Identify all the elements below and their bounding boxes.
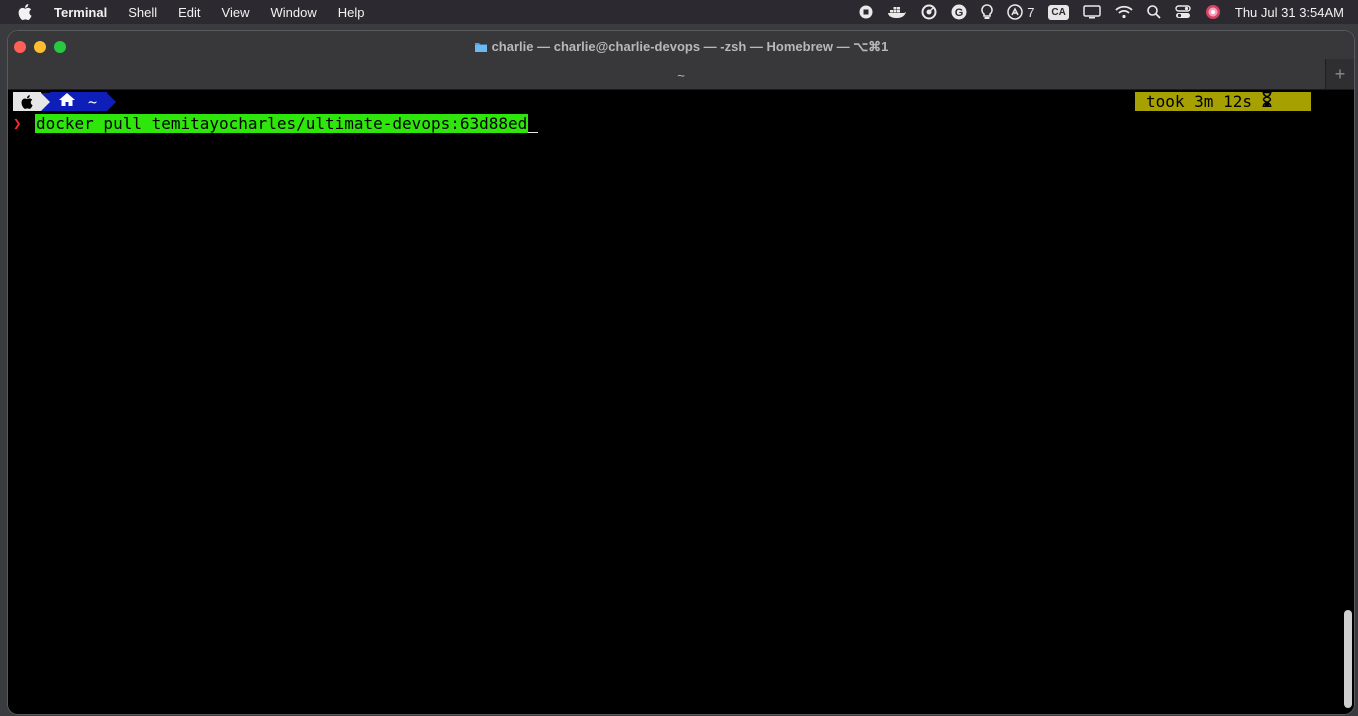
scrollbar-thumb[interactable]	[1344, 610, 1352, 708]
new-tab-button[interactable]: +	[1325, 59, 1354, 89]
window-title: charlie — charlie@charlie-devops — -zsh …	[8, 39, 1354, 56]
hourglass-icon	[1262, 91, 1272, 112]
prompt-directory: ~	[88, 92, 98, 111]
apple-menu-icon[interactable]	[18, 4, 36, 20]
home-icon	[58, 92, 76, 111]
menu-edit[interactable]: Edit	[178, 5, 200, 20]
siri-icon[interactable]	[1205, 0, 1221, 24]
lightbulb-icon[interactable]	[981, 0, 993, 24]
command-line[interactable]: ❯ docker pull temitayocharles/ultimate-d…	[13, 114, 539, 133]
title-bar[interactable]: charlie — charlie@charlie-devops — -zsh …	[8, 31, 1354, 90]
status-area: G 7 CA Thu Jul 31 3:54AM	[859, 0, 1358, 24]
command-text[interactable]: docker pull temitayocharles/ultimate-dev…	[35, 114, 529, 133]
screen-record-icon[interactable]	[859, 0, 873, 24]
display-icon[interactable]	[1083, 0, 1101, 24]
menu-window[interactable]: Window	[271, 5, 317, 20]
terminal-window: charlie — charlie@charlie-devops — -zsh …	[8, 31, 1354, 714]
input-source-badge[interactable]: CA	[1048, 0, 1069, 24]
segment-end-arrow	[107, 92, 117, 111]
menu-bar: Terminal Shell Edit View Window Help G 7…	[0, 0, 1358, 24]
spotlight-search-icon[interactable]	[1147, 0, 1161, 24]
activity-gauge-icon[interactable]	[921, 0, 937, 24]
directory-segment: ~	[50, 92, 108, 111]
input-source-label: CA	[1048, 4, 1069, 20]
menu-app-terminal[interactable]: Terminal	[54, 5, 107, 20]
folder-icon	[474, 41, 488, 56]
terminal-content[interactable]: ~ took 3m 12s ❯ docker pull temitayochar…	[8, 90, 1354, 714]
menu-view[interactable]: View	[222, 5, 250, 20]
app-store-badge-count: 7	[1027, 4, 1035, 20]
segment-separator	[41, 92, 50, 111]
command-duration-segment: took 3m 12s	[1135, 91, 1311, 112]
menu-shell[interactable]: Shell	[128, 5, 157, 20]
prompt-segments: ~	[13, 92, 117, 111]
svg-text:G: G	[955, 7, 964, 19]
menu-help[interactable]: Help	[338, 5, 365, 20]
command-duration: took 3m 12s	[1146, 92, 1252, 111]
text-cursor	[528, 114, 539, 133]
grammarly-icon[interactable]: G	[951, 0, 967, 24]
window-title-text: charlie — charlie@charlie-devops — -zsh …	[491, 39, 889, 54]
tab-current[interactable]: ~	[8, 68, 1354, 83]
prompt-chevron-icon: ❯	[13, 115, 22, 132]
control-center-icon[interactable]	[1175, 0, 1191, 24]
app-store-icon[interactable]: 7	[1007, 0, 1034, 24]
apple-segment-icon	[13, 92, 41, 111]
docker-icon[interactable]	[887, 0, 907, 24]
clock[interactable]: Thu Jul 31 3:54AM	[1235, 5, 1344, 20]
wifi-icon[interactable]	[1115, 0, 1133, 24]
